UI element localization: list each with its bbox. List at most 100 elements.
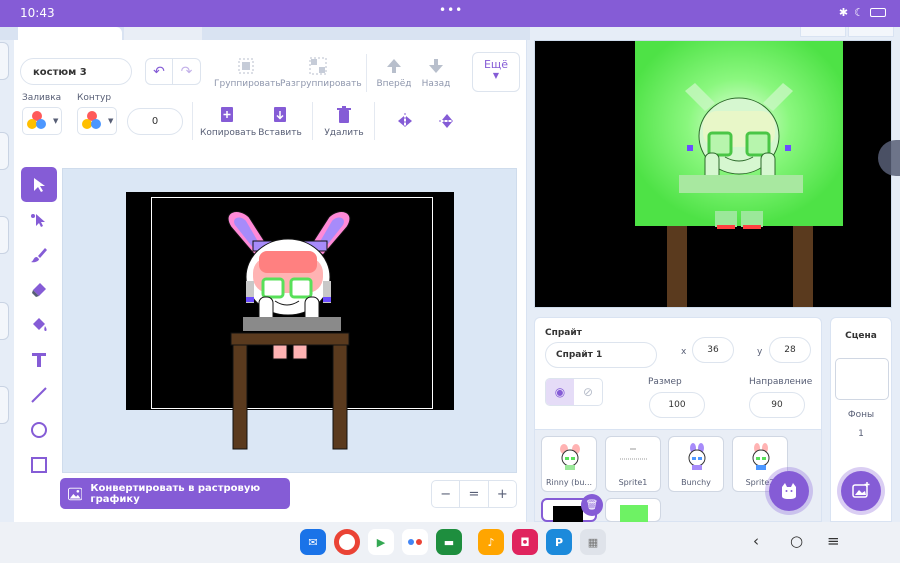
outline-width-input[interactable]: 0 (127, 108, 183, 135)
size-input[interactable]: 100 (649, 392, 705, 418)
visibility-toggle: ◉ ⊘ (545, 378, 603, 406)
more-button[interactable]: Ещё ▼ (472, 52, 520, 92)
sprite-name: Rinny (bu... (545, 478, 593, 487)
back-button[interactable]: Назад (416, 57, 456, 89)
assistant-app-icon[interactable] (402, 529, 428, 555)
arrow-down-icon (429, 59, 443, 73)
eraser-icon (32, 282, 46, 297)
eye-icon: ◉ (554, 385, 566, 399)
category-nub[interactable] (0, 302, 9, 340)
costume-artwork (227, 211, 351, 450)
sprite-info-panel: Спрайт Спрайт 1 x 36 y 28 ◉ ⊘ Размер 100… (534, 317, 822, 430)
rectangle-tool[interactable] (21, 447, 57, 482)
divider (192, 102, 193, 140)
backdrop-thumbnail[interactable] (835, 358, 889, 400)
home-nav-icon[interactable]: ○ (790, 532, 803, 550)
sprite-name: Bunchy (681, 478, 711, 487)
chevron-down-icon: ▼ (492, 71, 500, 80)
group-button[interactable]: Группировать (214, 57, 281, 89)
outline-color-picker[interactable]: ▼ (77, 107, 117, 135)
y-label: y (757, 347, 763, 357)
redo-button[interactable]: ↷ (173, 58, 201, 85)
convert-to-bitmap-button[interactable]: Конвертировать в растровую графику (60, 478, 290, 509)
small-stage-button[interactable] (800, 27, 846, 37)
sprite-card[interactable]: Bunchy (668, 436, 724, 492)
x-label: x (681, 347, 687, 357)
show-button[interactable]: ◉ (546, 379, 574, 405)
back-nav-icon[interactable]: ‹ (753, 532, 759, 550)
flip-horizontal-button[interactable] (394, 112, 416, 134)
drawing-canvas[interactable] (62, 168, 517, 473)
fill-tool[interactable] (21, 307, 57, 342)
hide-button[interactable]: ⊘ (574, 379, 602, 405)
paste-button[interactable]: Вставить (254, 106, 306, 138)
direction-input[interactable]: 90 (749, 392, 805, 418)
recents-nav-icon[interactable]: ≡ (827, 532, 840, 550)
moon-icon: ☾ (854, 6, 864, 19)
large-stage-button[interactable] (848, 27, 894, 37)
color-cluster-icon (82, 111, 102, 131)
undo-redo-group: ↶ ↷ (145, 58, 201, 85)
forward-button[interactable]: Вперёд (374, 57, 414, 89)
category-nub[interactable] (0, 132, 9, 170)
divider (374, 102, 375, 140)
select-tool[interactable] (21, 167, 57, 202)
tab-costumes[interactable] (18, 27, 122, 40)
cursor-icon (34, 177, 45, 192)
fill-color-picker[interactable]: ▼ (22, 107, 62, 135)
undo-button[interactable]: ↶ (145, 58, 173, 85)
category-nub[interactable] (0, 386, 9, 424)
battery-icon (870, 8, 886, 17)
circle-tool[interactable] (21, 412, 57, 447)
sprite-card[interactable]: Sprite1 (605, 436, 661, 492)
line-tool[interactable] (21, 377, 57, 412)
eye-off-icon: ⊘ (582, 385, 594, 399)
screen-recorder-app-icon[interactable]: ◘ (512, 529, 538, 555)
add-backdrop-button[interactable] (841, 471, 881, 511)
zoom-out-button[interactable]: − (432, 481, 461, 507)
caret-icon: ▼ (108, 117, 114, 125)
window-dots[interactable]: ••• (439, 3, 463, 17)
sprite-name-input[interactable]: Спрайт 1 (545, 342, 657, 368)
ungroup-icon (309, 57, 327, 75)
costume-name-input[interactable]: костюм 3 (20, 58, 132, 85)
brush-tool[interactable] (21, 237, 57, 272)
delete-sprite-button[interactable]: 🗑 (581, 494, 603, 516)
fill-label: Заливка (22, 93, 62, 103)
reshape-tool[interactable] (21, 202, 57, 237)
zoom-reset-button[interactable]: = (460, 481, 489, 507)
zoom-in-button[interactable]: + (489, 481, 516, 507)
category-nub[interactable] (0, 42, 9, 80)
image-icon (68, 487, 83, 500)
play-store-app-icon[interactable]: ▶ (368, 529, 394, 555)
stage-view[interactable] (534, 40, 892, 308)
x-position-input[interactable]: 36 (692, 337, 734, 363)
undo-icon: ↶ (153, 63, 165, 80)
status-bar: 10:43 ••• ✱ ☾ (0, 0, 900, 27)
sprite-thumbnail (620, 448, 648, 460)
y-position-input[interactable]: 28 (769, 337, 811, 363)
flip-vertical-button[interactable] (436, 112, 458, 134)
line-icon (31, 386, 47, 403)
add-sprite-button[interactable] (769, 471, 809, 511)
book-app-icon[interactable]: ♪ (478, 529, 504, 555)
sprite-card[interactable]: Rinny (bu... (541, 436, 597, 492)
tab-sounds[interactable] (124, 27, 202, 40)
text-tool[interactable] (21, 342, 57, 377)
ungroup-button[interactable]: Разгруппировать (280, 57, 362, 89)
sprite-card[interactable] (605, 498, 661, 523)
ibis-paint-app-icon[interactable]: P (546, 529, 572, 555)
paint-editor: костюм 3 ↶ ↷ Группировать Разгруппироват… (14, 40, 527, 522)
copy-button[interactable]: Копировать (200, 106, 256, 138)
delete-button[interactable]: Удалить (320, 106, 368, 138)
sprite-thumbnail (560, 444, 580, 470)
zoom-out-icon: − (440, 486, 452, 502)
group-icon (238, 58, 254, 74)
messages-app-icon[interactable]: ✉ (300, 529, 326, 555)
files-app-icon[interactable]: ▬ (436, 529, 462, 555)
app-drawer-icon[interactable]: ▦ (580, 529, 606, 555)
chrome-app-icon[interactable] (334, 529, 360, 555)
backdrops-label: Фоны (847, 410, 875, 420)
eraser-tool[interactable] (21, 272, 57, 307)
category-nub[interactable] (0, 216, 9, 254)
